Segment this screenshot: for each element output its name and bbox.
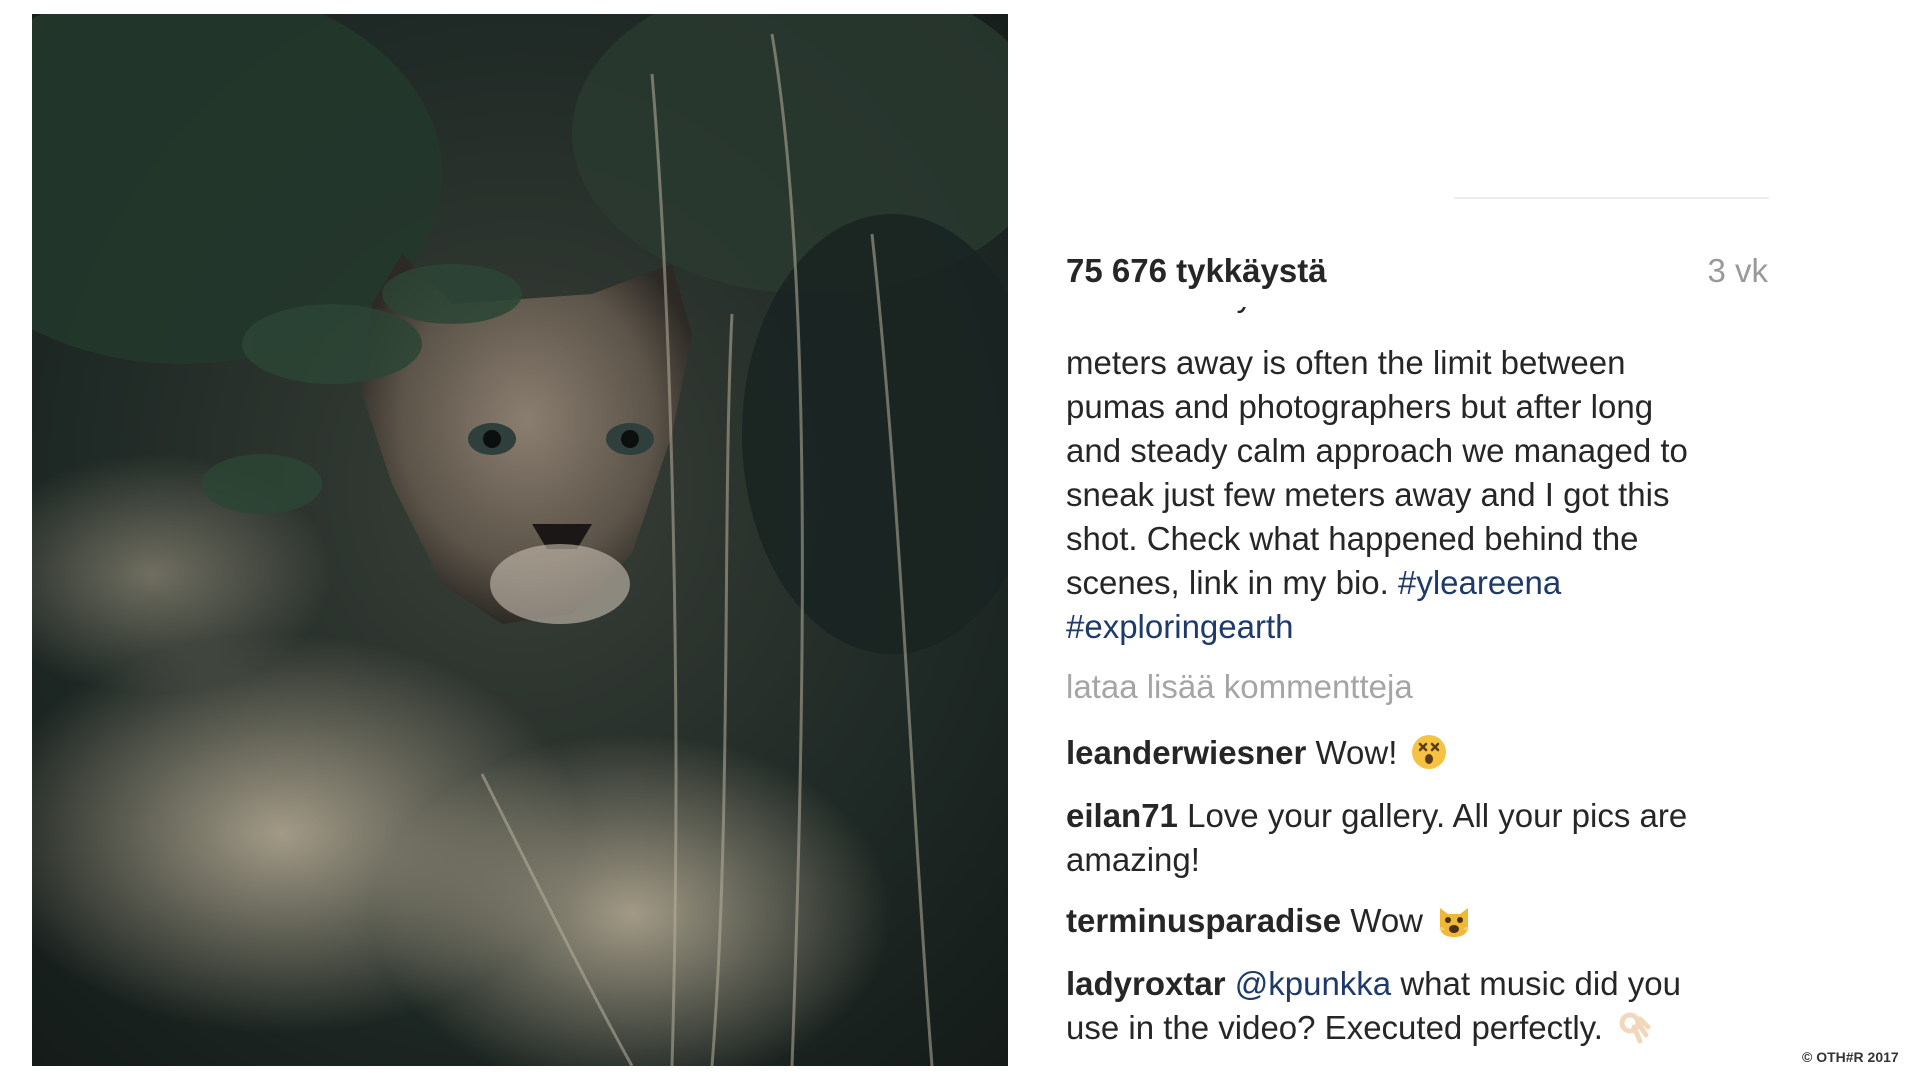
caption: meters away the limit between meters awa… bbox=[1066, 307, 1768, 647]
comment: terminusparadise Wow bbox=[1066, 899, 1768, 943]
comment-text: what music did you bbox=[1391, 965, 1681, 1002]
hashtag-link[interactable]: #yleareena bbox=[1398, 564, 1561, 601]
comment-text: amazing! bbox=[1066, 841, 1200, 878]
mention-link[interactable]: @kpunkka bbox=[1235, 965, 1391, 1002]
comment: eilan71 Love your gallery. All your pics… bbox=[1066, 794, 1768, 882]
post-stats: 75 676 tykkäystä 3 vk bbox=[1066, 252, 1768, 296]
comment: leanderwiesner Wow! bbox=[1066, 731, 1768, 775]
comment: ladyroxtar @kpunkka what music did you u… bbox=[1066, 962, 1768, 1050]
ok-hand-emoji bbox=[1619, 1012, 1651, 1044]
caption-line-text: scenes, link in my bio. bbox=[1066, 564, 1398, 601]
divider bbox=[1454, 197, 1769, 199]
weary-cat-emoji bbox=[1439, 908, 1470, 937]
comment-text: Love your gallery. All your pics are bbox=[1187, 797, 1688, 834]
caption-line: scenes, link in my bio. #yleareena bbox=[1066, 561, 1768, 605]
caption-clipped-line: meters away the limit between bbox=[1066, 307, 1510, 317]
post-age[interactable]: 3 vk bbox=[1707, 252, 1768, 290]
comment-username[interactable]: ladyroxtar bbox=[1066, 965, 1226, 1002]
comment-username[interactable]: leanderwiesner bbox=[1066, 734, 1306, 771]
likes-count[interactable]: 75 676 tykkäystä bbox=[1066, 252, 1327, 290]
comment-text: Wow bbox=[1350, 902, 1424, 939]
caption-line: and steady calm approach we managed to bbox=[1066, 432, 1688, 469]
post-sidebar: 75 676 tykkäystä 3 vk meters away the li… bbox=[1066, 0, 1769, 1080]
comment-text: use in the video? Executed perfectly. bbox=[1066, 1009, 1603, 1046]
astonished-face-emoji bbox=[1411, 735, 1446, 769]
caption-line: shot. Check what happened behind the bbox=[1066, 520, 1639, 557]
caption-text: meters away is often the limit between p… bbox=[1066, 341, 1768, 647]
caption-line: meters away is often the limit between bbox=[1066, 344, 1626, 381]
copyright-notice: © OTH#R 2017 bbox=[1802, 1049, 1899, 1065]
caption-line: #exploringearth bbox=[1066, 605, 1768, 647]
comment-text: Wow! bbox=[1315, 734, 1398, 771]
caption-line: sneak just few meters away and I got thi… bbox=[1066, 476, 1670, 513]
load-more-comments-link[interactable]: lataa lisää kommentteja bbox=[1066, 668, 1413, 706]
comment-username[interactable]: terminusparadise bbox=[1066, 902, 1341, 939]
post-photo[interactable] bbox=[32, 14, 1008, 1066]
hashtag-link[interactable]: #exploringearth bbox=[1066, 608, 1294, 645]
caption-line: pumas and photographers but after long bbox=[1066, 388, 1654, 425]
puma-photo bbox=[32, 14, 1008, 1066]
comment-username[interactable]: eilan71 bbox=[1066, 797, 1178, 834]
